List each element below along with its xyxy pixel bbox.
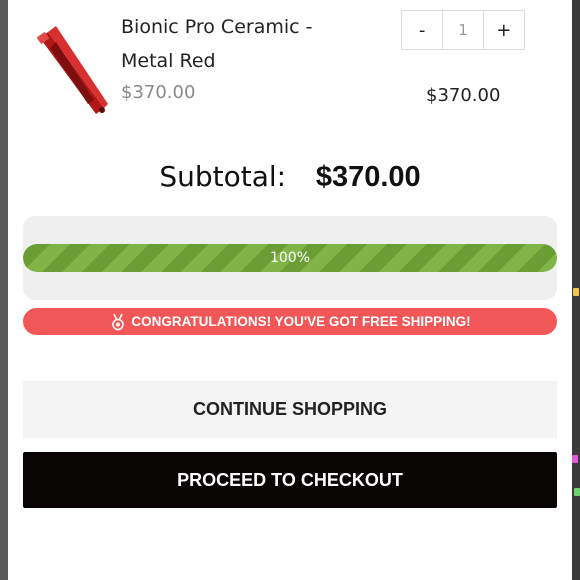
shipping-progress-percent: 100% <box>269 250 311 266</box>
free-shipping-message: CONGRATULATIONS! YOU'VE GOT FREE SHIPPIN… <box>131 314 471 329</box>
increase-quantity-button[interactable]: + <box>484 11 524 49</box>
medal-icon <box>112 313 125 330</box>
quantity-input[interactable]: 1 <box>442 11 484 49</box>
cart-line-item: Bionic Pro Ceramic - Metal Red $370.00 -… <box>8 0 572 150</box>
unit-price: $370.00 <box>121 82 196 103</box>
decrease-quantity-button[interactable]: - <box>402 11 442 49</box>
shipping-progress-panel: 100% <box>23 216 557 300</box>
cart-drawer: Bionic Pro Ceramic - Metal Red $370.00 -… <box>8 0 572 580</box>
free-shipping-banner: CONGRATULATIONS! YOU'VE GOT FREE SHIPPIN… <box>23 308 557 335</box>
subtotal-row: Subtotal: $370.00 <box>8 160 572 194</box>
line-total: $370.00 <box>426 85 501 106</box>
flat-iron-icon <box>36 26 108 114</box>
shipping-progress-bar: 100% <box>23 244 557 272</box>
confetti-piece <box>573 288 579 296</box>
subtotal-value: $370.00 <box>315 161 421 193</box>
continue-shopping-button[interactable]: CONTINUE SHOPPING <box>23 381 557 438</box>
product-title[interactable]: Bionic Pro Ceramic - Metal Red <box>121 10 351 78</box>
subtotal-label: Subtotal: <box>159 160 287 193</box>
proceed-to-checkout-button[interactable]: PROCEED TO CHECKOUT <box>23 452 557 508</box>
confetti-piece <box>572 455 578 463</box>
confetti-piece <box>574 488 580 496</box>
quantity-stepper: - 1 + <box>401 10 525 50</box>
product-image[interactable] <box>26 8 116 118</box>
